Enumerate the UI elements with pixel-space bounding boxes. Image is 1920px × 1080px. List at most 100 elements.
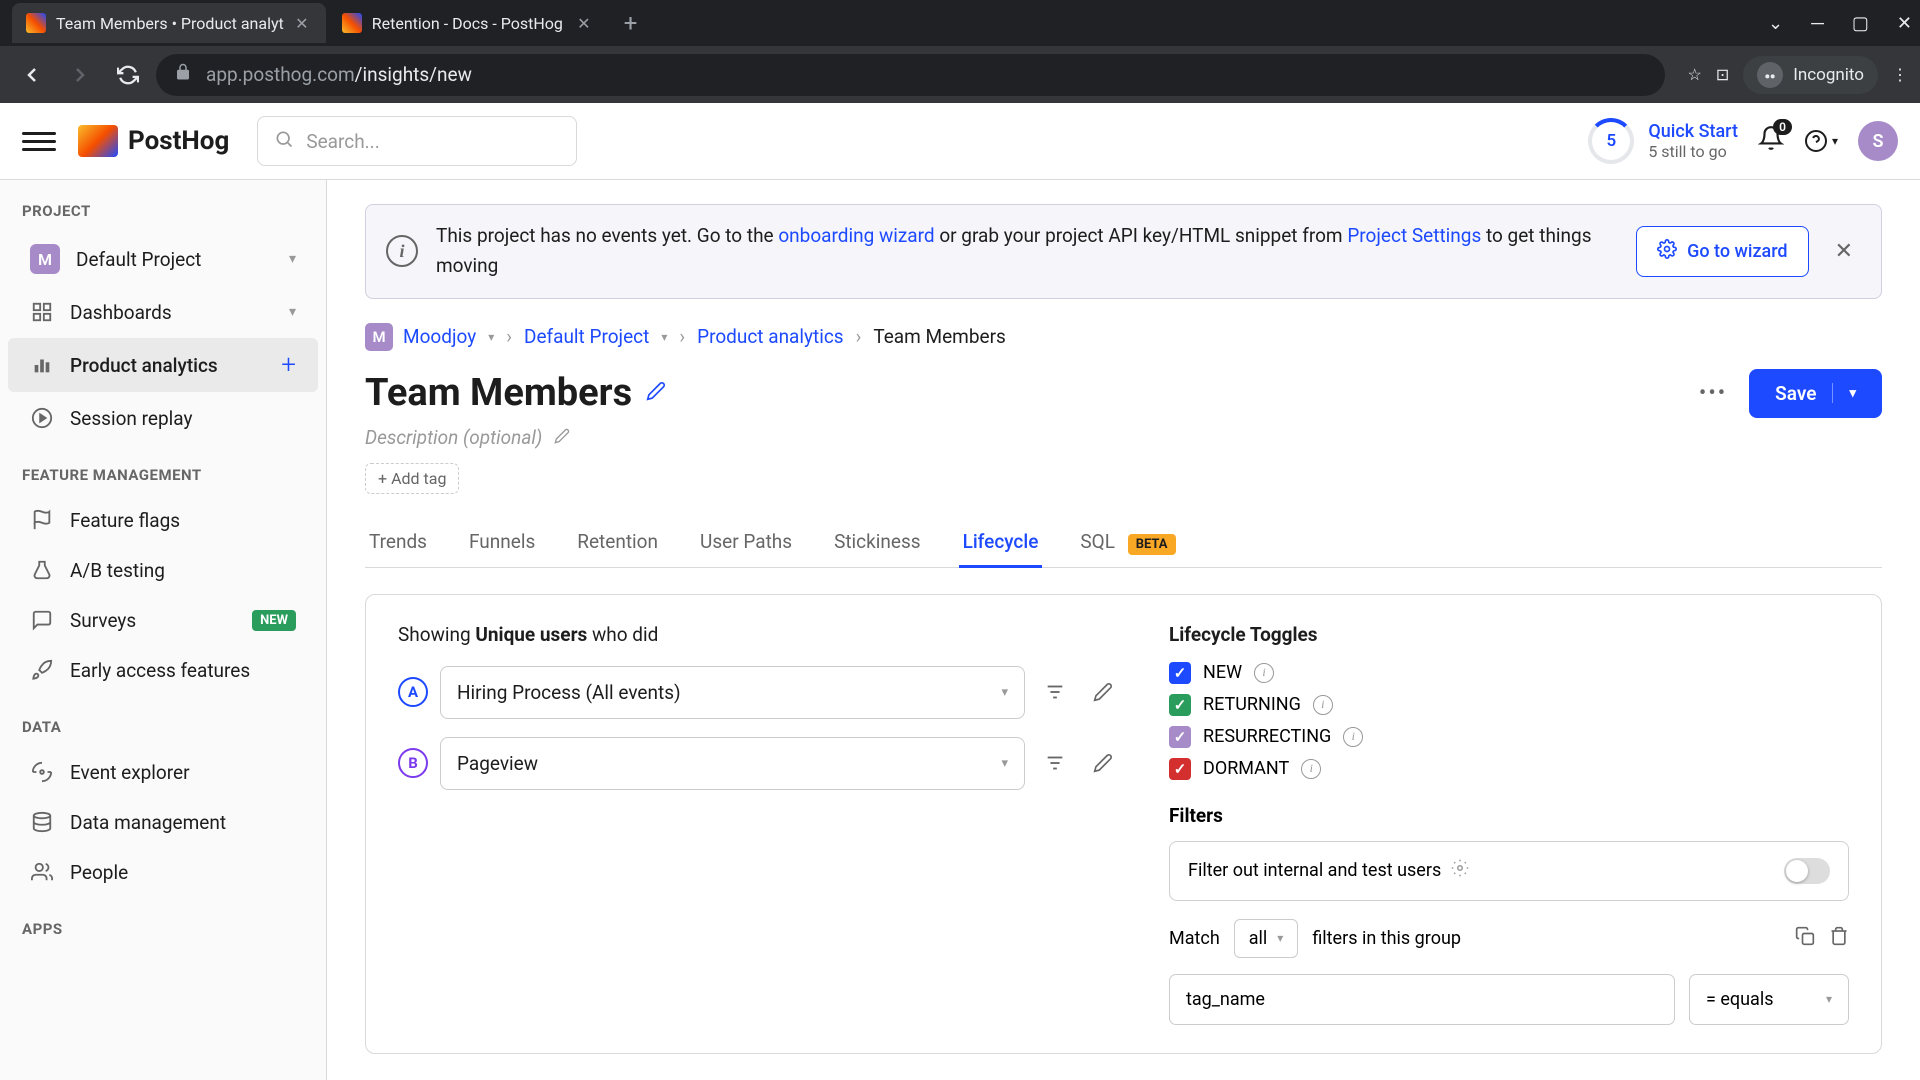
filter-operator-select[interactable]: = equals ▾ <box>1689 974 1849 1025</box>
filter-series-button[interactable] <box>1037 745 1073 781</box>
checkbox-checked[interactable]: ✓ <box>1169 662 1191 684</box>
tab-user-paths[interactable]: User Paths <box>696 516 796 567</box>
sidebar-item-data-management[interactable]: Data management <box>8 798 318 846</box>
forward-button[interactable] <box>60 55 100 95</box>
browser-tab-active[interactable]: Team Members • Product analyt ✕ <box>12 3 326 43</box>
toggle-resurrecting[interactable]: ✓ RESURRECTING i <box>1169 726 1849 748</box>
reload-button[interactable] <box>108 55 148 95</box>
checkbox-checked[interactable]: ✓ <box>1169 694 1191 716</box>
incognito-badge[interactable]: Incognito <box>1743 56 1878 94</box>
minimize-icon[interactable]: ─ <box>1811 13 1824 34</box>
chevron-down-icon[interactable]: ⌄ <box>1768 13 1783 34</box>
browser-tab[interactable]: Retention - Docs - PostHog ✕ <box>328 3 608 43</box>
sidebar-item-dashboards[interactable]: Dashboards ▾ <box>8 288 318 336</box>
series-select-b[interactable]: Pageview ▾ <box>440 737 1025 790</box>
back-button[interactable] <box>12 55 52 95</box>
edit-title-button[interactable] <box>646 381 666 406</box>
tab-retention[interactable]: Retention <box>573 516 662 567</box>
toggle-switch[interactable] <box>1784 858 1830 884</box>
sidebar-item-event-explorer[interactable]: Event explorer <box>8 748 318 796</box>
copy-button[interactable] <box>1795 926 1815 951</box>
sidebar-item-people[interactable]: People <box>8 848 318 896</box>
breadcrumb-section[interactable]: Product analytics <box>697 325 844 348</box>
toggle-returning[interactable]: ✓ RETURNING i <box>1169 694 1849 716</box>
notification-badge: 0 <box>1773 119 1792 135</box>
sidebar-item-session-replay[interactable]: Session replay <box>8 394 318 442</box>
url-input[interactable]: app.posthog.com/insights/new <box>156 54 1665 96</box>
breadcrumb-label: Moodjoy <box>403 325 476 348</box>
notifications-button[interactable]: 0 <box>1758 125 1784 158</box>
toggle-label: RETURNING <box>1203 694 1301 715</box>
tab-sql[interactable]: SQL BETA <box>1076 516 1179 567</box>
save-button[interactable]: Save ▾ <box>1749 369 1882 418</box>
avatar[interactable]: S <box>1858 121 1898 161</box>
filter-series-button[interactable] <box>1037 674 1073 710</box>
go-to-wizard-button[interactable]: Go to wizard <box>1636 226 1808 277</box>
close-banner-button[interactable]: ✕ <box>1827 235 1861 268</box>
tab-stickiness[interactable]: Stickiness <box>830 516 925 567</box>
tab-funnels[interactable]: Funnels <box>465 516 539 567</box>
project-settings-link[interactable]: Project Settings <box>1347 224 1481 247</box>
menu-toggle-button[interactable] <box>22 124 56 158</box>
sidebar-item-ab-testing[interactable]: A/B testing <box>8 546 318 594</box>
filter-property: tag_name <box>1186 989 1265 1010</box>
info-icon[interactable]: i <box>1343 727 1363 747</box>
info-icon[interactable]: i <box>1254 663 1274 683</box>
maximize-icon[interactable]: ▢ <box>1852 13 1869 34</box>
quick-start-button[interactable]: 5 Quick Start 5 still to go <box>1588 118 1738 164</box>
main-content: i This project has no events yet. Go to … <box>327 180 1920 1080</box>
search-input[interactable]: Search... <box>257 116 577 166</box>
add-tag-button[interactable]: + Add tag <box>365 463 459 494</box>
edit-series-button[interactable] <box>1085 745 1121 781</box>
tab-close-icon[interactable]: ✕ <box>292 13 312 33</box>
toggle-dormant[interactable]: ✓ DORMANT i <box>1169 758 1849 780</box>
tab-label: SQL <box>1080 530 1115 553</box>
tab-close-icon[interactable]: ✕ <box>574 13 594 33</box>
banner-text: This project has no events yet. Go to th… <box>436 221 1618 282</box>
sidebar-item-early-access[interactable]: Early access features <box>8 646 318 694</box>
bookmark-icon[interactable]: ☆ <box>1687 65 1701 84</box>
install-icon[interactable]: ⊡ <box>1716 65 1729 84</box>
filter-property-select[interactable]: tag_name <box>1169 974 1675 1025</box>
info-icon[interactable]: i <box>1313 695 1333 715</box>
onboarding-wizard-link[interactable]: onboarding wizard <box>778 224 934 247</box>
logo[interactable]: PostHog <box>78 125 229 157</box>
checkbox-checked[interactable]: ✓ <box>1169 758 1191 780</box>
delete-button[interactable] <box>1829 926 1849 951</box>
breadcrumb-project[interactable]: Default Project ▾ <box>524 325 667 348</box>
window-controls: ⌄ ─ ▢ ✕ <box>1768 13 1920 34</box>
edit-description-icon[interactable] <box>554 426 570 449</box>
quick-start-count: 5 <box>1606 131 1616 151</box>
more-menu-button[interactable]: ••• <box>1691 373 1735 414</box>
sidebar-section-features: FEATURE MANAGEMENT <box>0 444 326 494</box>
match-row: Match all ▾ filters in this group <box>1169 919 1849 958</box>
edit-series-button[interactable] <box>1085 674 1121 710</box>
kebab-menu-icon[interactable]: ⋮ <box>1892 65 1908 84</box>
info-icon[interactable]: i <box>1301 759 1321 779</box>
title-actions: ••• Save ▾ <box>1691 369 1882 418</box>
series-select-a[interactable]: Hiring Process (All events) ▾ <box>440 666 1025 719</box>
toggle-new[interactable]: ✓ NEW i <box>1169 662 1849 684</box>
sidebar-item-default-project[interactable]: M Default Project ▾ <box>8 232 318 286</box>
close-window-icon[interactable]: ✕ <box>1897 13 1912 34</box>
checkbox-checked[interactable]: ✓ <box>1169 726 1191 748</box>
button-label: Go to wizard <box>1687 241 1787 262</box>
tab-lifecycle[interactable]: Lifecycle <box>959 516 1043 567</box>
sidebar-section-data: DATA <box>0 696 326 746</box>
sidebar-item-surveys[interactable]: Surveys NEW <box>8 596 318 644</box>
match-select[interactable]: all ▾ <box>1234 919 1299 958</box>
breadcrumb-org[interactable]: M Moodjoy ▾ <box>365 323 494 351</box>
tab-trends[interactable]: Trends <box>365 516 431 567</box>
breadcrumb-label: Default Project <box>524 325 649 348</box>
plus-icon[interactable]: + <box>281 350 296 380</box>
help-button[interactable]: ▾ <box>1804 129 1838 153</box>
sidebar-item-label: Surveys <box>70 609 236 632</box>
sidebar-item-feature-flags[interactable]: Feature flags <box>8 496 318 544</box>
gear-icon[interactable] <box>1451 859 1469 882</box>
sidebar-item-label: People <box>70 861 296 884</box>
text-part: who did <box>587 623 658 646</box>
description-row[interactable]: Description (optional) <box>365 426 1882 449</box>
sidebar-item-product-analytics[interactable]: Product analytics + <box>8 338 318 392</box>
new-tab-button[interactable]: + <box>610 9 652 37</box>
chevron-down-icon: ▾ <box>1832 134 1838 148</box>
